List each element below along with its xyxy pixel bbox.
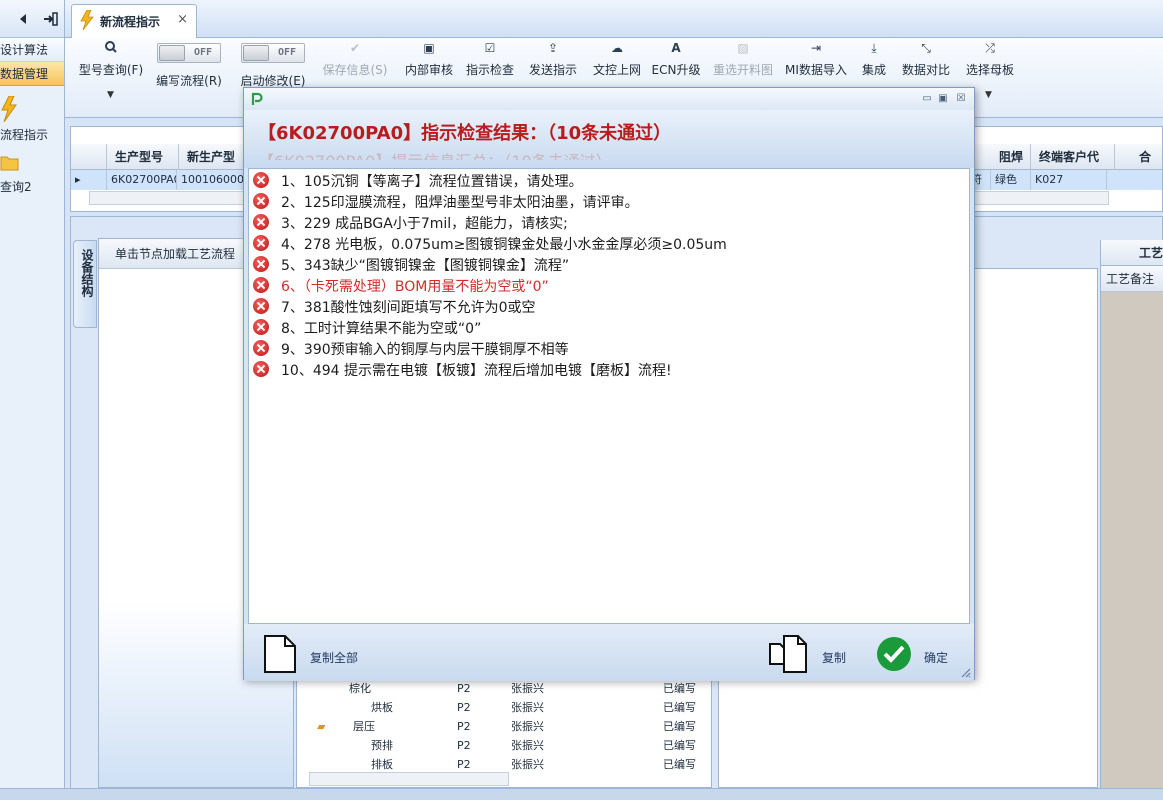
- grid-header-cell[interactable]: 合: [1131, 144, 1163, 170]
- compress-icon: ⤡: [921, 41, 931, 55]
- dialog-titlebar[interactable]: ▭ ▣ ☒: [244, 88, 974, 110]
- error-icon: [253, 193, 269, 209]
- app-logo-icon: [251, 92, 263, 105]
- toggle-switch[interactable]: OFF: [157, 43, 221, 63]
- nav-back-icon[interactable]: [0, 8, 65, 30]
- minimize-icon[interactable]: ▭: [920, 92, 934, 105]
- ok-button[interactable]: 确定: [876, 634, 956, 674]
- left-navigation: 设计算法 数据管理 流程指示 查询2: [0, 0, 65, 800]
- process-notes-panel: 工艺 工艺备注: [1100, 240, 1163, 788]
- row-indicator: ▸: [71, 170, 107, 190]
- horizontal-scrollbar[interactable]: [309, 772, 509, 786]
- error-icon: [253, 361, 269, 377]
- error-list: 1、105沉铜【等离子】流程位置错误，请处理。 2、125印湿膜流程，阻焊油墨型…: [248, 168, 970, 624]
- process-notes-header: 工艺备注: [1101, 266, 1163, 292]
- nav-item-design[interactable]: 设计算法: [0, 38, 64, 62]
- model-query-button[interactable]: 型号查询(F): [73, 38, 149, 98]
- download-icon: ⤓: [871, 41, 877, 55]
- grid-header-cell[interactable]: 终端客户代: [1031, 144, 1115, 170]
- search-icon: [105, 41, 117, 53]
- nav-item-data-management[interactable]: 数据管理: [0, 62, 64, 86]
- list-item[interactable]: 8、工时计算结果不能为空或“0”: [249, 317, 969, 338]
- shuffle-icon: ⤮: [985, 41, 995, 55]
- list-item[interactable]: ▰ 层压 P2 张振兴 已编写: [297, 717, 713, 736]
- list-item[interactable]: 1、105沉铜【等离子】流程位置错误，请处理。: [249, 170, 969, 191]
- list-item[interactable]: 棕化 P2 张振兴 已编写: [297, 679, 713, 698]
- error-icon: [253, 172, 269, 188]
- checkmark-circle-icon: [877, 637, 911, 671]
- table-cell[interactable]: 绿色: [991, 170, 1031, 190]
- table-cell[interactable]: 100106000072: [177, 170, 247, 190]
- toggle-switch[interactable]: OFF: [241, 43, 305, 63]
- grid-header-cell[interactable]: 生产型号: [107, 144, 179, 170]
- chevron-down-icon[interactable]: ▼: [985, 90, 992, 100]
- font-a-icon: A: [671, 41, 681, 55]
- list-item[interactable]: 4、278 光电板，0.075um≥图镀铜镍金处最小水金金厚必须≥0.05um: [249, 233, 969, 254]
- tool-query2[interactable]: 查询2: [0, 178, 60, 195]
- error-icon: [253, 235, 269, 251]
- error-icon: [253, 340, 269, 356]
- dialog-title: 【6K02700PA0】指示检查结果：（10条未通过）: [258, 123, 672, 144]
- image-icon: ▨: [737, 41, 749, 55]
- error-icon: [253, 256, 269, 272]
- lightning-icon[interactable]: [0, 96, 18, 122]
- dialog-title-reflection: 【6K02700PA0】提示信息汇总：（10条未通过）: [258, 148, 612, 160]
- print-icon: ▣: [423, 41, 435, 55]
- close-icon[interactable]: ☒: [954, 92, 968, 105]
- upload-icon: ⇪: [547, 41, 559, 55]
- list-item[interactable]: 预排 P2 张振兴 已编写: [297, 736, 713, 755]
- copy-all-button[interactable]: 复制全部: [262, 634, 372, 674]
- tool-flow-indicator[interactable]: 流程指示: [0, 126, 60, 143]
- tab-label: 新流程指示: [100, 15, 161, 29]
- table-cell[interactable]: 6K02700PA0: [107, 170, 177, 190]
- checkbox-icon: ☑: [484, 41, 496, 55]
- sign-in-icon: ⇥: [810, 41, 822, 55]
- resize-grip-icon[interactable]: [959, 666, 971, 678]
- error-icon: [253, 298, 269, 314]
- maximize-icon[interactable]: ▣: [936, 92, 950, 105]
- check-icon: ✔: [349, 41, 361, 55]
- copy-button[interactable]: 复制: [768, 634, 852, 674]
- list-item[interactable]: 6、（卡死需处理）BOM用量不能为空或“0”: [249, 275, 969, 296]
- tab-new-flow-indicator[interactable]: 新流程指示 ×: [71, 4, 197, 38]
- check-result-dialog: ▭ ▣ ☒ 【6K02700PA0】指示检查结果：（10条未通过） 【6K027…: [243, 87, 975, 681]
- list-item[interactable]: 7、381酸性蚀刻间距填写不允许为0或空: [249, 296, 969, 317]
- error-icon: [253, 277, 269, 293]
- dialog-header: 【6K02700PA0】指示检查结果：（10条未通过） 【6K02700PA0】…: [244, 110, 974, 168]
- grid-header-cell[interactable]: 阻焊: [991, 144, 1031, 170]
- copy-icon: [769, 635, 807, 673]
- list-item[interactable]: 烘板 P2 张振兴 已编写: [297, 698, 713, 717]
- dialog-footer: 复制全部 复制 确定: [244, 624, 974, 681]
- folder-icon[interactable]: [0, 152, 20, 172]
- lightning-icon: [80, 10, 94, 30]
- list-item[interactable]: 2、125印湿膜流程，阻焊油墨型号非太阳油墨，请评审。: [249, 191, 969, 212]
- write-flow-toggle[interactable]: OFF 编写流程(R): [151, 38, 227, 98]
- list-item[interactable]: 9、390预审输入的铜厚与内层干膜铜厚不相等: [249, 338, 969, 359]
- list-item[interactable]: 10、494 提示需在电镀【板镀】流程后增加电镀【磨板】流程!: [249, 359, 969, 380]
- error-icon: [253, 319, 269, 335]
- list-item[interactable]: 5、343缺少“图镀铜镍金【图镀铜镍金】流程”: [249, 254, 969, 275]
- close-icon[interactable]: ×: [177, 12, 188, 27]
- side-tab-equipment[interactable]: 设备结构: [73, 240, 97, 328]
- error-icon: [253, 214, 269, 230]
- status-bar: [0, 788, 1163, 800]
- list-item[interactable]: 3、229 成品BGA小于7mil，超能力，请核实;: [249, 212, 969, 233]
- document-icon: [264, 635, 296, 673]
- folder-icon: ▰: [317, 720, 326, 733]
- cloud-upload-icon: ☁: [611, 41, 623, 55]
- tab-bar: 新流程指示 ×: [20, 0, 1163, 38]
- chevron-down-icon[interactable]: ▼: [107, 90, 114, 100]
- table-cell[interactable]: K027: [1031, 170, 1107, 190]
- grid-header-cell[interactable]: 新生产型: [179, 144, 247, 170]
- grid-corner: [71, 144, 107, 170]
- tab-process[interactable]: 工艺: [1101, 240, 1163, 266]
